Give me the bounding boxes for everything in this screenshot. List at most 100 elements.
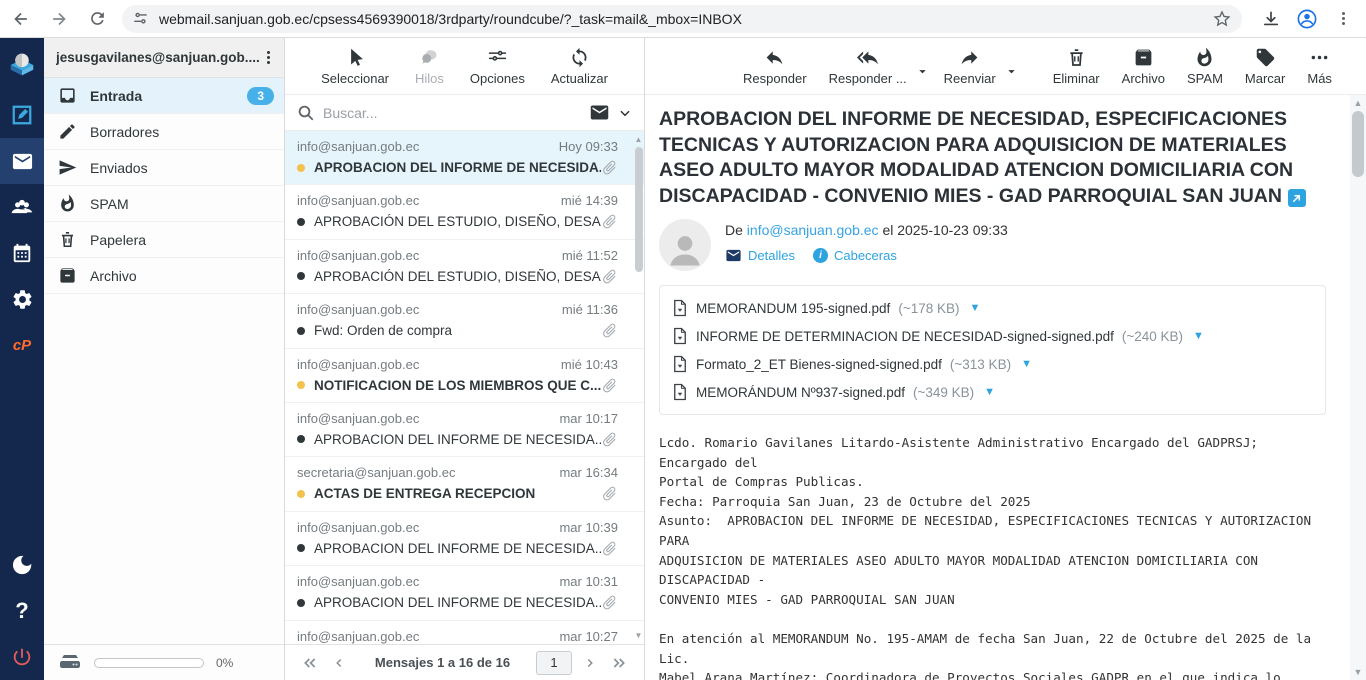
rail-calendar-button[interactable] [0,230,44,276]
browser-forward-button[interactable] [42,2,76,36]
first-page-button[interactable] [295,651,325,675]
folder-archivo[interactable]: Archivo [44,258,284,294]
compose-icon [11,104,33,126]
attachment-menu-caret[interactable]: ▼ [984,386,995,398]
rail-logout-button[interactable] [0,634,44,680]
attachment-menu-caret[interactable]: ▼ [1021,358,1032,370]
cpanel-logo[interactable]: cP [0,322,44,368]
rail-help-button[interactable]: ? [0,588,44,634]
search-input[interactable] [323,105,581,121]
forward-menu-caret[interactable] [1006,64,1017,82]
address-bar[interactable]: webmail.sanjuan.gob.ec/cpsess4569390018/… [122,5,1242,33]
bookmark-star-icon[interactable] [1212,9,1232,29]
attachment-size: (~313 KB) [950,357,1011,372]
folder-borradores[interactable]: Borradores [44,114,284,150]
read-dot-icon[interactable] [297,218,305,226]
details-link[interactable]: Detalles [725,247,795,264]
rail-settings-button[interactable] [0,276,44,322]
message-row[interactable]: info@sanjuan.gob.ecmié 11:36 Fwd: Orden … [285,294,644,348]
attachment-item[interactable]: MEMORANDUM 195-signed.pdf (~178 KB) ▼ [672,294,1313,322]
downloads-button[interactable] [1254,2,1288,36]
read-dot-icon[interactable] [297,272,305,280]
scroll-down-icon[interactable]: ▼ [1350,667,1366,677]
forward-button[interactable]: Reenviar [936,43,1004,89]
browser-menu-button[interactable] [1326,2,1360,36]
refresh-button[interactable]: Actualizar [543,43,616,89]
options-button[interactable]: Opciones [462,43,533,89]
content-scrollbar-thumb[interactable] [1352,111,1364,177]
read-dot-icon[interactable] [297,544,305,552]
attachment-icon [597,536,621,560]
url-text: webmail.sanjuan.gob.ec/cpsess4569390018/… [159,11,1212,27]
browser-refresh-button[interactable] [80,2,114,36]
mail-subject-heading: APROBACION DEL INFORME DE NECESIDAD, ESP… [659,107,1316,209]
headers-link[interactable]: i Cabeceras [813,248,897,263]
folder-label: Borradores [90,124,274,140]
select-button[interactable]: Seleccionar [313,43,397,89]
reply-all-button[interactable]: Responder ... [821,43,915,89]
attachment-menu-caret[interactable]: ▼ [970,302,981,314]
browser-back-button[interactable] [4,2,38,36]
content-scrollbar[interactable]: ▲ ▼ [1350,95,1366,680]
folder-entrada[interactable]: Entrada 3 [44,78,284,114]
message-row[interactable]: info@sanjuan.gob.ecmié 14:39 APROBACIÓN … [285,185,644,239]
attachment-item[interactable]: INFORME DE DETERMINACION DE NECESIDAD-si… [672,322,1313,350]
more-button[interactable]: Más [1299,43,1340,89]
message-row[interactable]: info@sanjuan.gob.ecmar 10:31 APROBACION … [285,566,644,620]
contacts-icon [9,194,35,220]
mark-label: Marcar [1245,72,1285,85]
attachment-item[interactable]: Formato_2_ET Bienes-signed-signed.pdf (~… [672,350,1313,378]
scroll-up-icon[interactable]: ▲ [634,135,643,144]
moon-icon [11,554,33,576]
mail-view-panel: Responder Responder ... Reenviar Elimina… [645,38,1366,680]
reply-all-menu-caret[interactable] [917,64,928,82]
list-scrollbar-thumb[interactable] [635,147,643,272]
search-options-chevron-icon[interactable] [618,106,632,120]
message-date: mar 10:27 [559,629,618,644]
download-icon [1261,9,1281,29]
page-number-input[interactable] [536,651,572,675]
prev-page-button[interactable] [325,652,353,674]
message-row[interactable]: info@sanjuan.gob.ecmié 11:52 APROBACIÓN … [285,240,644,294]
sender-email-link[interactable]: info@sanjuan.gob.ec [747,222,879,238]
message-row[interactable]: info@sanjuan.gob.ecmié 10:43 NOTIFICACIO… [285,349,644,403]
mark-button[interactable]: Marcar [1237,43,1293,89]
folder-label: Archivo [90,268,274,284]
threads-button[interactable]: Hilos [407,43,452,89]
archive-button[interactable]: Archivo [1114,43,1173,89]
account-menu-button[interactable] [261,47,276,68]
read-dot-icon[interactable] [297,327,305,335]
unread-dot-icon[interactable] [297,381,305,389]
message-row[interactable]: info@sanjuan.gob.ecmar 10:39 APROBACION … [285,512,644,566]
scroll-up-icon[interactable]: ▲ [1350,98,1366,108]
folder-spam[interactable]: SPAM [44,186,284,222]
reply-button[interactable]: Responder [735,43,815,89]
spam-button[interactable]: SPAM [1179,43,1231,89]
unread-dot-icon[interactable] [297,490,305,498]
message-sender: info@sanjuan.gob.ec [297,629,551,644]
message-row[interactable]: secretaria@sanjuan.gob.ecmar 16:34 ACTAS… [285,457,644,511]
last-page-button[interactable] [604,651,634,675]
message-row[interactable]: info@sanjuan.gob.ec mar 10:27 [285,621,644,644]
attachment-item[interactable]: MEMORÁNDUM Nº937-signed.pdf (~349 KB) ▼ [672,378,1313,406]
rail-mail-button[interactable] [0,138,44,184]
read-dot-icon[interactable] [297,599,305,607]
search-scope-mail-icon[interactable] [589,102,610,123]
scroll-down-icon[interactable]: ▼ [634,631,643,640]
profile-button[interactable] [1290,2,1324,36]
sync-icon [569,47,590,68]
rail-contacts-button[interactable] [0,184,44,230]
delete-button[interactable]: Eliminar [1045,43,1108,89]
attachment-menu-caret[interactable]: ▼ [1193,330,1204,342]
unread-dot-icon[interactable] [297,164,305,172]
message-row[interactable]: info@sanjuan.gob.ecmar 10:17 APROBACION … [285,403,644,457]
read-dot-icon[interactable] [297,435,305,443]
open-in-new-window-button[interactable] [1288,189,1306,207]
message-row[interactable]: info@sanjuan.gob.ecHoy 09:33 APROBACION … [285,131,644,185]
list-scrollbar[interactable]: ▲ ▼ [634,133,643,642]
rail-compose-button[interactable] [0,92,44,138]
rail-darkmode-button[interactable] [0,542,44,588]
next-page-button[interactable] [576,652,604,674]
folder-enviados[interactable]: Enviados [44,150,284,186]
folder-papelera[interactable]: Papelera [44,222,284,258]
